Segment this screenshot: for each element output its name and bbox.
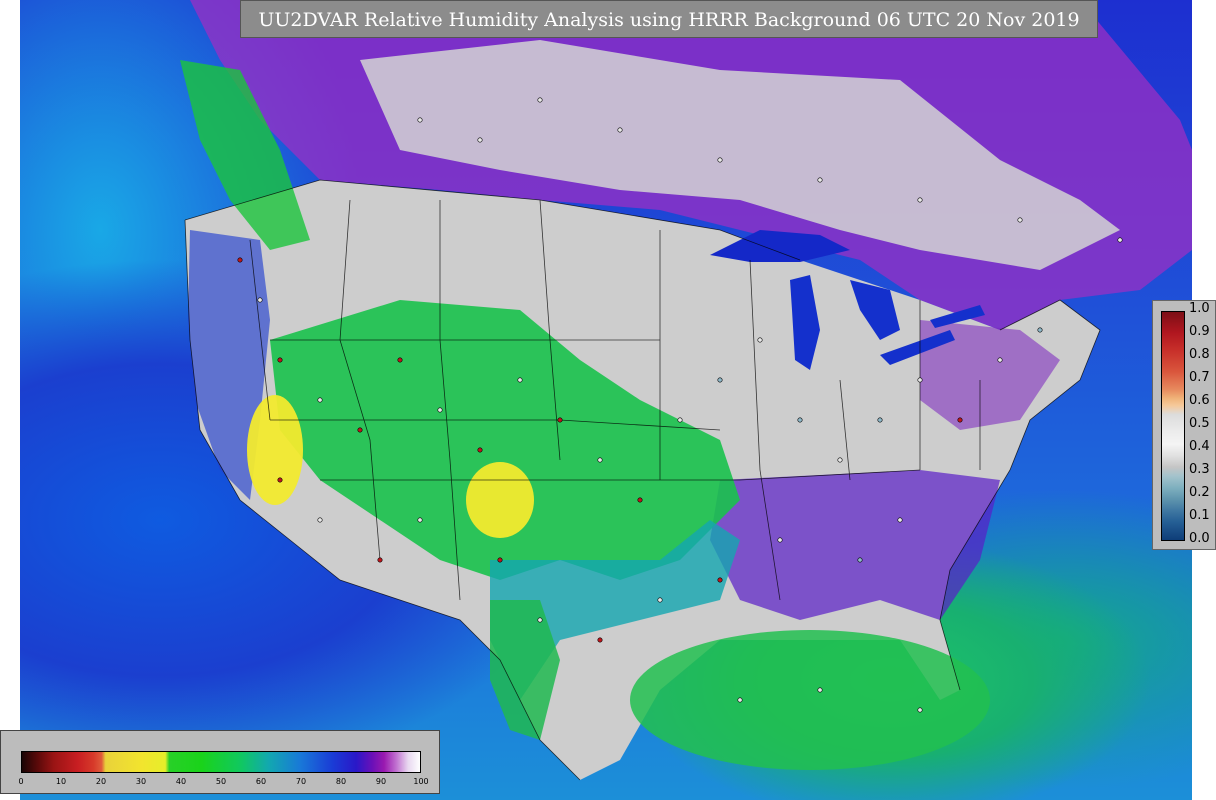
bottom-colorbar-tick: 0 [18, 777, 24, 786]
bottom-colorbar-gradient [21, 751, 421, 773]
side-colorbar: 1.0 0.9 0.8 0.7 0.6 0.5 0.4 0.3 0.2 0.1 … [1152, 300, 1216, 550]
side-colorbar-tick: 1.0 [1189, 301, 1210, 316]
map-title: UU2DVAR Relative Humidity Analysis using… [240, 0, 1098, 38]
bottom-colorbar-tick: 40 [175, 777, 187, 786]
side-colorbar-tick: 0.7 [1189, 370, 1210, 385]
bottom-colorbar-tick: 50 [215, 777, 227, 786]
bottom-colorbar-tick: 100 [413, 777, 429, 786]
bottom-colorbar: 0 10 20 30 40 50 60 70 80 90 100 [0, 730, 440, 794]
bottom-colorbar-tick: 20 [95, 777, 107, 786]
side-colorbar-tick: 0.2 [1189, 485, 1210, 500]
bottom-colorbar-tick: 90 [375, 777, 387, 786]
side-colorbar-tick: 0.6 [1189, 393, 1210, 408]
bottom-colorbar-tick: 30 [135, 777, 147, 786]
southeast-purple [710, 470, 1000, 620]
side-colorbar-tick: 0.9 [1189, 324, 1210, 339]
bottom-colorbar-tick: 70 [295, 777, 307, 786]
side-colorbar-tick: 0.5 [1189, 416, 1210, 431]
humidity-map [20, 0, 1192, 800]
side-colorbar-tick: 0.3 [1189, 462, 1210, 477]
side-colorbar-tick: 0.1 [1189, 508, 1210, 523]
bottom-colorbar-tick: 80 [335, 777, 347, 786]
colorado-yellow [466, 462, 534, 538]
side-colorbar-tick: 0.8 [1189, 347, 1210, 362]
side-colorbar-tick: 0.4 [1189, 439, 1210, 454]
side-colorbar-gradient [1161, 311, 1185, 541]
nevada-yellow [247, 395, 303, 505]
bottom-colorbar-tick: 60 [255, 777, 267, 786]
side-colorbar-tick: 0.0 [1189, 531, 1210, 546]
bottom-colorbar-tick: 10 [55, 777, 67, 786]
gulf-green [630, 630, 990, 770]
